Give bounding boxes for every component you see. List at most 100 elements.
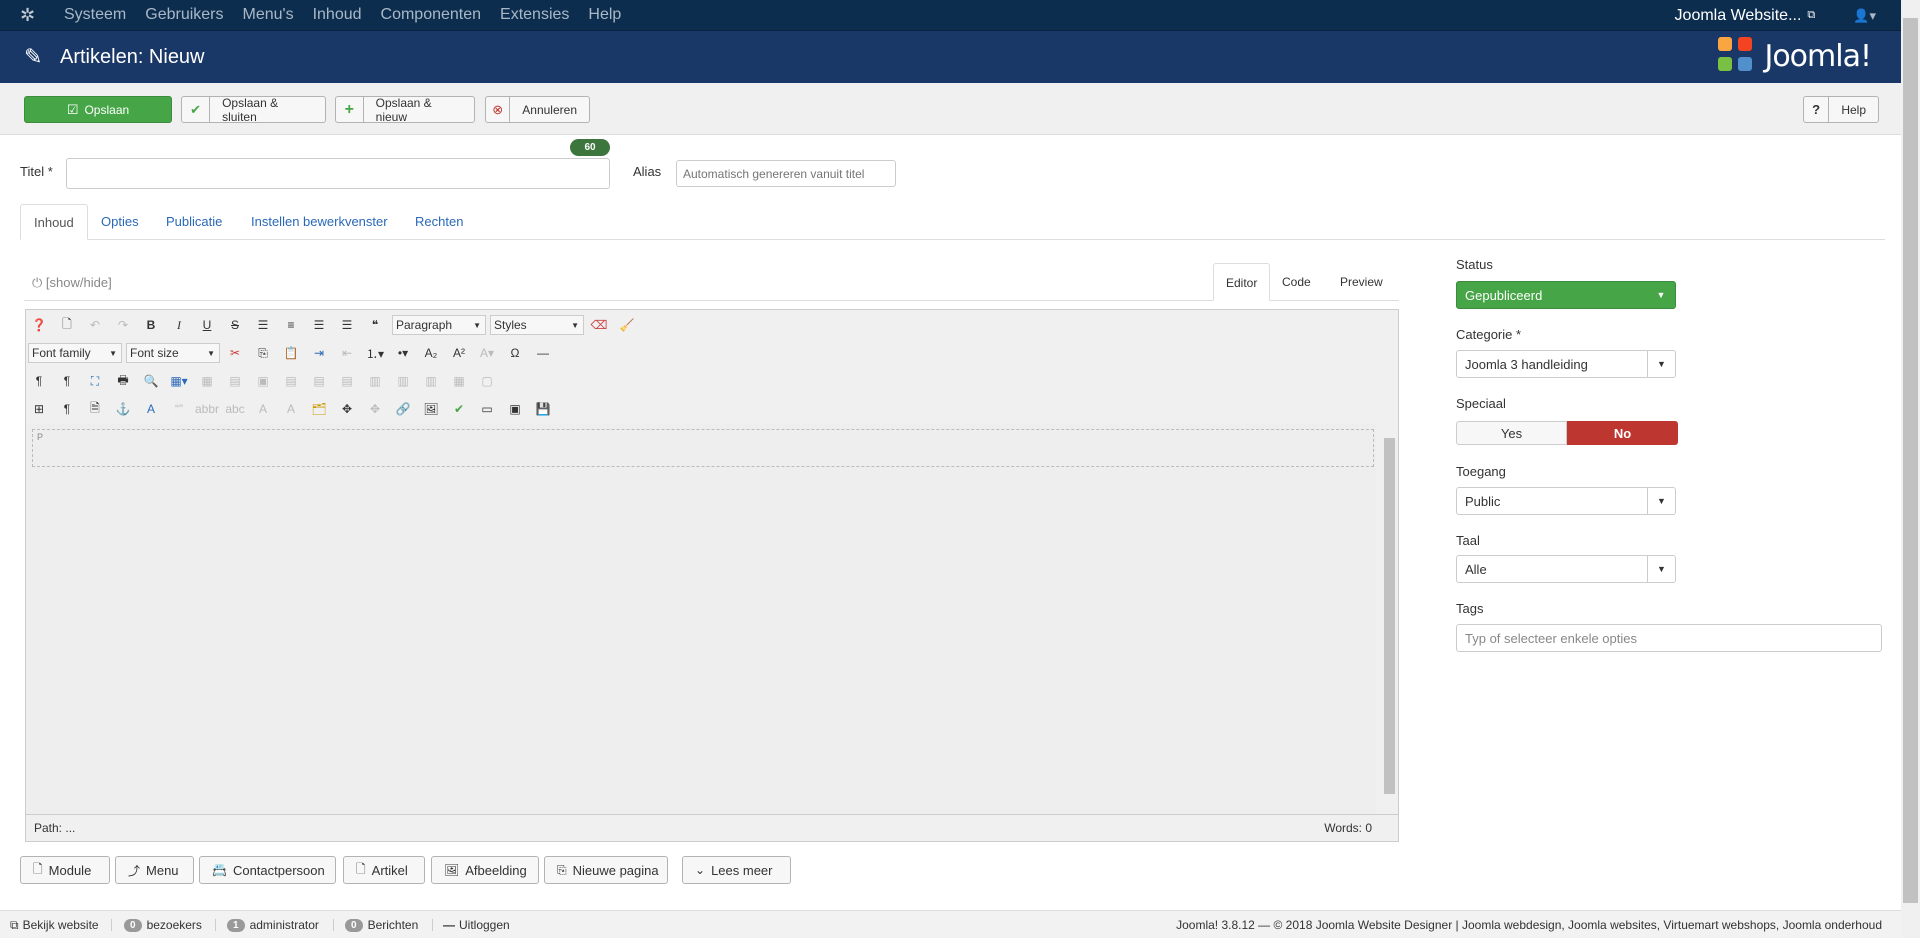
format-select[interactable]: Paragraph ▼ — [392, 315, 486, 335]
cut-icon[interactable]: ✂ — [224, 342, 246, 364]
messages-link[interactable]: 0 Berichten — [345, 911, 418, 939]
editor-content-area[interactable]: P — [26, 424, 1376, 814]
tags-input[interactable]: Typ of selecteer enkele opties — [1456, 624, 1882, 652]
row-after-icon[interactable]: ▤ — [308, 370, 330, 392]
image-button[interactable]: 🖼 Afbeelding — [431, 856, 539, 884]
page-break-icon[interactable]: ▭ — [476, 398, 498, 420]
table-merge-icon[interactable]: ▣ — [252, 370, 274, 392]
visual-aid-icon[interactable]: ⊞ — [28, 398, 50, 420]
status-select[interactable]: Gepubliceerd ▼ — [1456, 281, 1676, 309]
align-center-icon[interactable]: ≡ — [280, 314, 302, 336]
featured-yes-button[interactable]: Yes — [1456, 421, 1567, 445]
page-scrollbar-thumb[interactable] — [1903, 18, 1918, 903]
eraser-icon[interactable]: ⌫ — [588, 314, 610, 336]
paragraph-block[interactable]: P — [32, 429, 1374, 467]
help-button[interactable]: ? Help — [1803, 96, 1879, 123]
page-scrollbar[interactable] — [1901, 0, 1920, 938]
joomla-menu-icon[interactable]: ✲ — [20, 5, 48, 26]
tab-rechten[interactable]: Rechten — [402, 204, 476, 240]
subscript-icon[interactable]: A₂ — [420, 342, 442, 364]
paste-icon[interactable]: 📋 — [280, 342, 302, 364]
menu-componenten[interactable]: Componenten — [381, 6, 482, 24]
font-family-select[interactable]: Font family ▼ — [28, 343, 122, 363]
access-select[interactable]: Public ▼ — [1456, 487, 1676, 515]
merge-cells-icon[interactable]: ▢ — [476, 370, 498, 392]
module-button[interactable]: 🗋 Module — [20, 856, 110, 884]
text-color-icon[interactable]: A▾ — [476, 342, 498, 364]
new-document-icon[interactable]: 🗋 — [56, 314, 78, 336]
tab-opties[interactable]: Opties — [88, 204, 152, 240]
menu-inhoud[interactable]: Inhoud — [313, 6, 362, 24]
table-icon[interactable]: ▦▾ — [168, 370, 190, 392]
justify-icon[interactable]: ☰ — [252, 314, 274, 336]
search-replace-icon[interactable]: 🔍 — [140, 370, 162, 392]
image-icon[interactable]: 🖼 — [420, 398, 442, 420]
row-before-icon[interactable]: ▤ — [280, 370, 302, 392]
move-layer-icon[interactable]: ✥ — [364, 398, 386, 420]
tab-editor[interactable]: Editor — [1213, 263, 1271, 301]
split-cells-icon[interactable]: ▦ — [448, 370, 470, 392]
template-icon[interactable]: 🗎 — [84, 398, 106, 420]
menu-menus[interactable]: Menu's — [243, 6, 294, 24]
styles-select[interactable]: Styles ▼ — [490, 315, 584, 335]
tab-preview[interactable]: Preview — [1328, 263, 1395, 301]
deletion-icon[interactable]: A — [252, 398, 274, 420]
outdent-icon[interactable]: ⇤ — [336, 342, 358, 364]
redo-icon[interactable]: ↷ — [112, 314, 134, 336]
cancel-button[interactable]: ⊗ Annuleren — [485, 96, 590, 123]
numbered-list-icon[interactable]: ⒈▾ — [364, 342, 386, 364]
contact-button[interactable]: 📇 Contactpersoon — [199, 856, 336, 884]
undo-icon[interactable]: ↶ — [84, 314, 106, 336]
underline-icon[interactable]: U — [196, 314, 218, 336]
col-before-icon[interactable]: ▥ — [364, 370, 386, 392]
title-input[interactable] — [66, 158, 610, 189]
insertion-icon[interactable]: A — [280, 398, 302, 420]
cite-icon[interactable]: “” — [168, 398, 190, 420]
logout-link[interactable]: — Uitloggen — [443, 911, 510, 939]
menu-extensies[interactable]: Extensies — [500, 6, 569, 24]
rtl-icon[interactable]: ¶ — [56, 370, 78, 392]
bullet-list-icon[interactable]: •▾ — [392, 342, 414, 364]
special-character-icon[interactable]: Ω — [504, 342, 526, 364]
help-icon[interactable]: ❓ — [28, 314, 50, 336]
menu-help[interactable]: Help — [588, 6, 621, 24]
tab-instellen-bewerkvenster[interactable]: Instellen bewerkvenster — [238, 204, 401, 240]
menu-gebruikers[interactable]: Gebruikers — [145, 6, 223, 24]
cleanup-icon[interactable]: 🧹 — [616, 314, 638, 336]
strikethrough-icon[interactable]: S — [224, 314, 246, 336]
link-icon[interactable]: 🔗 — [392, 398, 414, 420]
table-cell-icon[interactable]: ▦ — [196, 370, 218, 392]
anchor-icon[interactable]: ⚓ — [112, 398, 134, 420]
alias-input[interactable] — [676, 160, 896, 187]
view-site-link[interactable]: ⧉ Bekijk website — [10, 911, 99, 939]
attributes-icon[interactable]: 🗂 — [308, 398, 330, 420]
save-disk-icon[interactable]: 💾 — [532, 398, 554, 420]
page-break-button[interactable]: ⎘ Nieuwe pagina — [544, 856, 668, 884]
delete-col-icon[interactable]: ▥ — [420, 370, 442, 392]
bold-icon[interactable]: B — [140, 314, 162, 336]
ltr-icon[interactable]: ¶ — [28, 370, 50, 392]
editor-scrollbar[interactable] — [1381, 424, 1398, 814]
featured-no-button[interactable]: No — [1567, 421, 1678, 445]
delete-row-icon[interactable]: ▤ — [336, 370, 358, 392]
category-select[interactable]: Joomla 3 handleiding ▼ — [1456, 350, 1676, 378]
menu-button[interactable]: ⤴ Menu — [115, 856, 194, 884]
iframe-icon[interactable]: ▣ — [504, 398, 526, 420]
tab-code[interactable]: Code — [1270, 263, 1323, 301]
fullscreen-icon[interactable]: ⛶ — [84, 370, 106, 392]
acronym-icon[interactable]: abc — [224, 398, 246, 420]
tab-inhoud[interactable]: Inhoud — [20, 204, 88, 240]
tab-publicatie[interactable]: Publicatie — [153, 204, 235, 240]
align-left-icon[interactable]: ☰ — [308, 314, 330, 336]
col-after-icon[interactable]: ▥ — [392, 370, 414, 392]
save-close-button[interactable]: ✔ Opslaan & sluiten — [181, 96, 326, 124]
copy-icon[interactable]: ⎘ — [252, 342, 274, 364]
show-blocks-icon[interactable]: ¶ — [56, 398, 78, 420]
menu-systeem[interactable]: Systeem — [64, 6, 126, 24]
language-select[interactable]: Alle ▼ — [1456, 555, 1676, 583]
indent-icon[interactable]: ⇥ — [308, 342, 330, 364]
align-right-icon[interactable]: ☰ — [336, 314, 358, 336]
read-more-button[interactable]: ⌄ Lees meer — [682, 856, 791, 884]
style-props-icon[interactable]: A — [140, 398, 162, 420]
blockquote-icon[interactable]: ❝ — [364, 314, 386, 336]
